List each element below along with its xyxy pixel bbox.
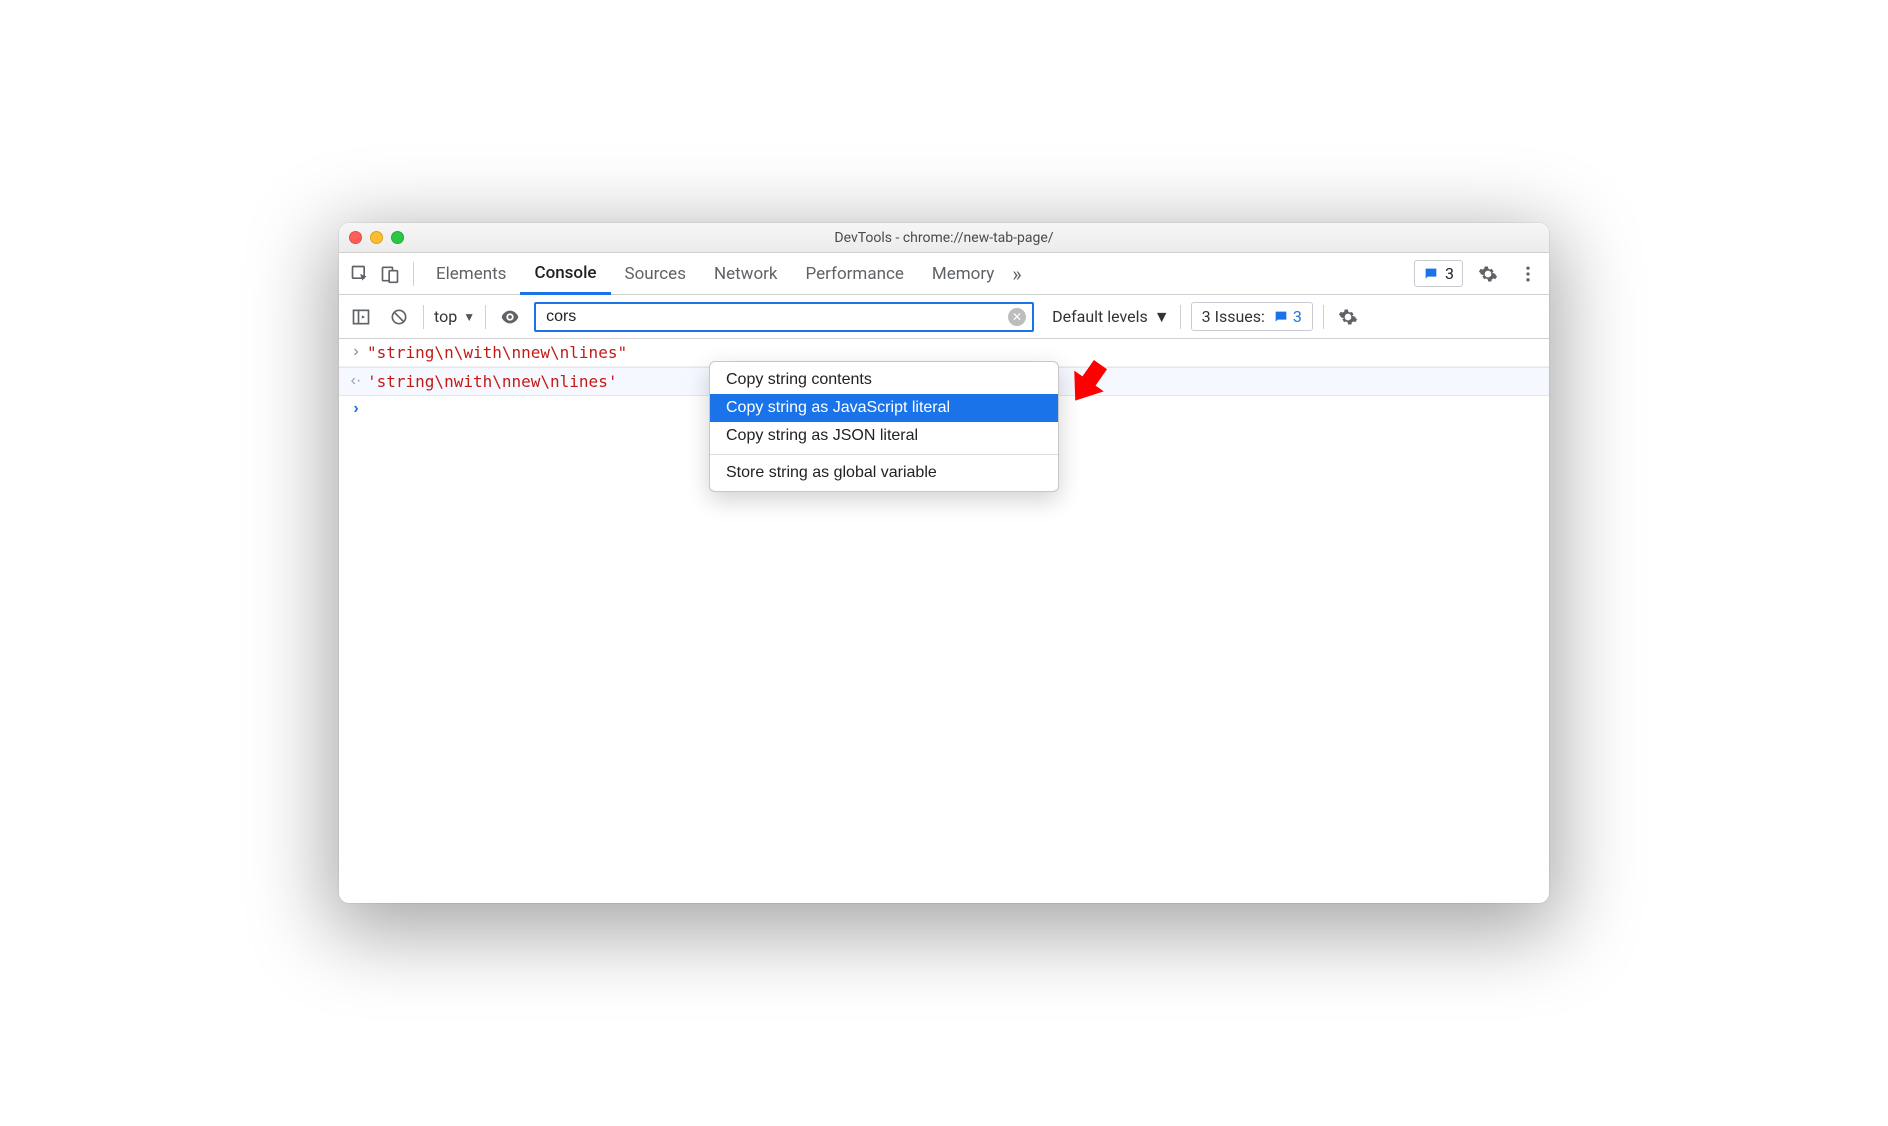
tab-console[interactable]: Console <box>520 254 610 295</box>
zoom-window-button[interactable] <box>391 231 404 244</box>
menu-item[interactable]: Copy string contents <box>710 366 1058 394</box>
clear-filter-icon[interactable]: ✕ <box>1008 308 1026 326</box>
context-menu: Copy string contentsCopy string as JavaS… <box>709 361 1059 492</box>
tab-sources[interactable]: Sources <box>611 253 700 294</box>
prompt-icon: › <box>345 400 367 418</box>
menu-item[interactable]: Copy string as JSON literal <box>710 422 1058 450</box>
console-text: "string\n\with\nnew\nlines" <box>367 343 627 362</box>
expand-icon[interactable]: › <box>345 343 367 361</box>
inspect-element-icon[interactable] <box>345 259 375 289</box>
tab-memory[interactable]: Memory <box>918 253 1008 294</box>
live-expression-icon[interactable] <box>496 303 524 331</box>
tab-elements[interactable]: Elements <box>422 253 520 294</box>
log-levels-selector[interactable]: Default levels ▼ <box>1052 307 1170 327</box>
tab-performance[interactable]: Performance <box>792 253 918 294</box>
panel-tabbar: ElementsConsoleSourcesNetworkPerformance… <box>339 253 1549 295</box>
console-sidebar-toggle-icon[interactable] <box>347 303 375 331</box>
tab-network[interactable]: Network <box>700 253 792 294</box>
window-title: DevTools - chrome://new-tab-page/ <box>339 230 1549 246</box>
issues-label: 3 Issues: <box>1202 307 1265 326</box>
titlebar: DevTools - chrome://new-tab-page/ <box>339 223 1549 253</box>
levels-label: Default levels <box>1052 307 1148 326</box>
traffic-lights <box>349 231 404 244</box>
chevron-down-icon: ▼ <box>1154 307 1170 327</box>
minimize-window-button[interactable] <box>370 231 383 244</box>
clear-console-icon[interactable] <box>385 303 413 331</box>
menu-separator <box>710 454 1058 455</box>
settings-icon[interactable] <box>1473 259 1503 289</box>
menu-item[interactable]: Store string as global variable <box>710 459 1058 487</box>
more-tabs-button[interactable]: » <box>1012 262 1021 286</box>
close-window-button[interactable] <box>349 231 362 244</box>
console-toolbar: top ▼ ✕ Default levels ▼ 3 Issues: 3 <box>339 295 1549 339</box>
context-label: top <box>434 307 457 326</box>
more-options-icon[interactable] <box>1513 259 1543 289</box>
console-messages: › "string\n\with\nnew\nlines" ‹· 'string… <box>339 339 1549 903</box>
console-settings-icon[interactable] <box>1334 303 1362 331</box>
chevron-down-icon: ▼ <box>463 310 475 324</box>
issues-count: 3 <box>1293 307 1302 326</box>
annotation-arrow-icon <box>1059 351 1119 411</box>
messages-chip[interactable]: 3 <box>1414 260 1463 287</box>
devtools-window: DevTools - chrome://new-tab-page/ Elemen… <box>339 223 1549 903</box>
divider <box>413 262 414 286</box>
device-toolbar-icon[interactable] <box>375 259 405 289</box>
issues-button[interactable]: 3 Issues: 3 <box>1191 302 1313 331</box>
execution-context-selector[interactable]: top ▼ <box>434 307 475 326</box>
menu-item[interactable]: Copy string as JavaScript literal <box>710 394 1058 422</box>
console-text: 'string\nwith\nnew\nlines' <box>367 372 617 391</box>
filter-input[interactable] <box>546 308 1008 326</box>
result-indicator-icon: ‹· <box>345 372 367 390</box>
filter-input-wrapper: ✕ <box>534 302 1034 332</box>
messages-count: 3 <box>1445 264 1454 283</box>
